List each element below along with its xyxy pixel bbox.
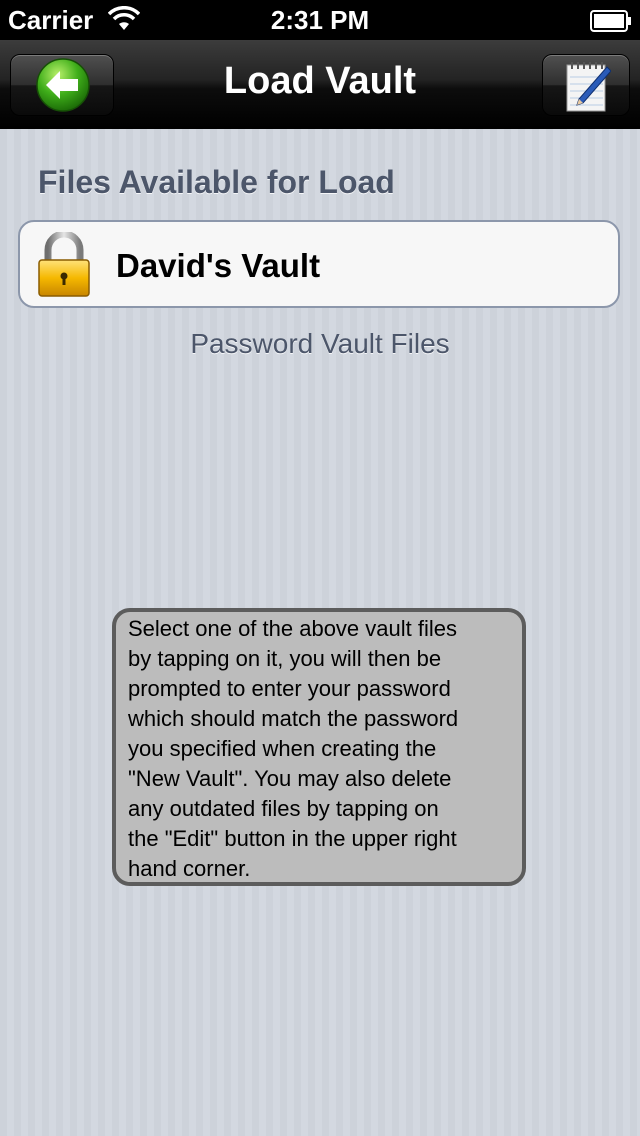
section-header: Files Available for Load: [38, 164, 395, 200]
padlock-icon: [36, 230, 92, 303]
navigation-bar: Load Vault: [0, 40, 640, 129]
notepad-pencil-icon: [566, 62, 611, 112]
vault-file-row[interactable]: David's Vault: [18, 220, 620, 308]
battery-icon: [590, 10, 632, 37]
edit-button[interactable]: [542, 54, 630, 116]
section-footer: Password Vault Files: [190, 328, 450, 359]
vault-file-name: David's Vault: [116, 247, 321, 284]
help-message: Select one of the above vault files by t…: [112, 608, 526, 886]
status-bar: Carrier 2:31 PM: [0, 0, 640, 40]
status-time: 2:31 PM: [270, 5, 370, 35]
